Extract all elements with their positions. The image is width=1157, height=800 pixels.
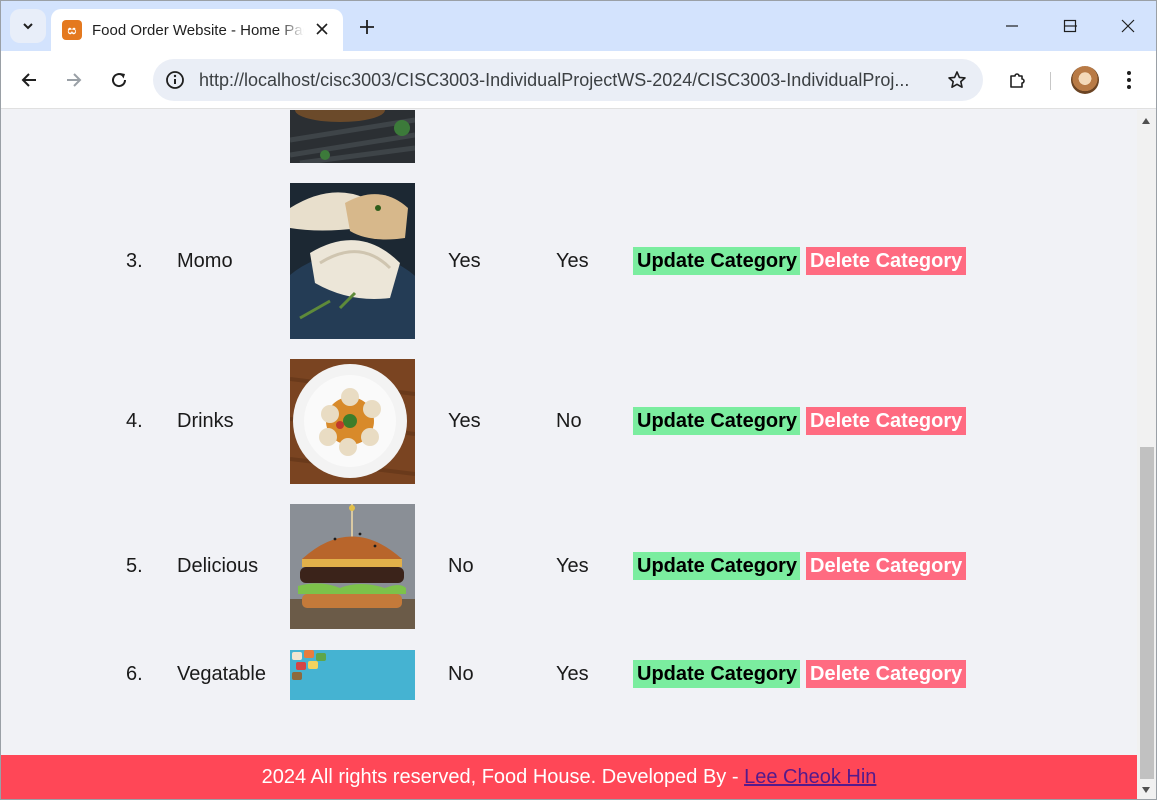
category-title: Vegatable bbox=[177, 663, 266, 685]
update-category-button[interactable]: Update Category bbox=[633, 660, 800, 688]
plus-icon bbox=[360, 20, 374, 34]
scroll-up-arrow-icon[interactable] bbox=[1142, 118, 1150, 124]
active-value: Yes bbox=[556, 555, 589, 577]
table-row: 5. Delicious No Yes Update Category Dele… bbox=[1, 504, 1137, 629]
profile-avatar[interactable] bbox=[1071, 66, 1099, 94]
tab-search-button[interactable] bbox=[10, 9, 46, 43]
maximize-button[interactable] bbox=[1041, 1, 1099, 51]
menu-button[interactable] bbox=[1113, 64, 1145, 96]
category-title: Delicious bbox=[177, 555, 259, 577]
serial-number: 5. bbox=[126, 555, 143, 577]
serial-number: 6. bbox=[126, 663, 143, 685]
table-row: 4. Drinks Yes No Update Category Delete … bbox=[1, 359, 1137, 484]
toolbar-separator bbox=[1050, 72, 1051, 90]
maximize-icon bbox=[1063, 19, 1077, 33]
browser-tab[interactable]: ස Food Order Website - Home Page bbox=[51, 9, 343, 51]
tab-title: Food Order Website - Home Page bbox=[92, 21, 304, 39]
update-category-button[interactable]: Update Category bbox=[633, 247, 800, 275]
vertical-scrollbar[interactable] bbox=[1137, 110, 1156, 799]
active-value: No bbox=[556, 410, 582, 432]
address-bar[interactable]: http://localhost/cisc3003/CISC3003-Indiv… bbox=[153, 59, 983, 101]
table-row: 6. Vegatable No Yes Update Category Dele… bbox=[1, 650, 1137, 700]
url-text: http://localhost/cisc3003/CISC3003-Indiv… bbox=[199, 70, 910, 90]
arrow-left-icon bbox=[21, 73, 36, 87]
chevron-down-icon bbox=[23, 23, 33, 30]
bookmark-star-icon[interactable] bbox=[945, 68, 969, 92]
delete-category-button[interactable]: Delete Category bbox=[806, 552, 966, 580]
serial-number: 4. bbox=[126, 410, 143, 432]
minimize-button[interactable] bbox=[983, 1, 1041, 51]
site-info-icon[interactable] bbox=[163, 68, 187, 92]
puzzle-icon bbox=[1010, 73, 1025, 88]
category-image-delicious bbox=[290, 504, 415, 629]
developer-link[interactable]: Lee Cheok Hin bbox=[744, 766, 876, 788]
page-content: 3. Momo Yes Yes Update Category Delete C… bbox=[1, 110, 1137, 799]
delete-category-button[interactable]: Delete Category bbox=[806, 660, 966, 688]
more-vertical-icon bbox=[1127, 71, 1131, 89]
serial-number: 3. bbox=[126, 250, 143, 272]
active-value: Yes bbox=[556, 663, 589, 685]
category-image-burger-partial bbox=[290, 110, 415, 163]
delete-category-button[interactable]: Delete Category bbox=[806, 407, 966, 435]
category-image-momo bbox=[290, 183, 415, 339]
category-title: Momo bbox=[177, 250, 233, 272]
featured-value: No bbox=[448, 555, 474, 577]
new-tab-button[interactable] bbox=[353, 13, 381, 41]
close-icon bbox=[1121, 19, 1135, 33]
browser-toolbar: http://localhost/cisc3003/CISC3003-Indiv… bbox=[1, 51, 1156, 109]
browser-window: ස Food Order Website - Home Page http://… bbox=[0, 0, 1157, 800]
category-image-vegatable bbox=[290, 650, 415, 700]
update-category-button[interactable]: Update Category bbox=[633, 552, 800, 580]
featured-value: Yes bbox=[448, 250, 481, 272]
minimize-icon bbox=[1006, 25, 1018, 27]
xampp-favicon-icon: ස bbox=[62, 20, 82, 40]
delete-category-button[interactable]: Delete Category bbox=[806, 247, 966, 275]
reload-button[interactable] bbox=[103, 64, 135, 96]
scrollbar-thumb[interactable] bbox=[1140, 447, 1154, 779]
tab-strip: ස Food Order Website - Home Page bbox=[1, 1, 1156, 51]
category-image-drinks bbox=[290, 359, 415, 484]
extensions-button[interactable] bbox=[1002, 64, 1034, 96]
update-category-button[interactable]: Update Category bbox=[633, 407, 800, 435]
footer-text: 2024 All rights reserved, Food House. De… bbox=[261, 766, 745, 788]
arrow-right-icon bbox=[67, 73, 82, 87]
forward-button[interactable] bbox=[58, 64, 90, 96]
active-value: Yes bbox=[556, 250, 589, 272]
table-row: 3. Momo Yes Yes Update Category Delete C… bbox=[1, 183, 1137, 339]
page-footer: 2024 All rights reserved, Food House. De… bbox=[1, 755, 1137, 799]
featured-value: Yes bbox=[448, 410, 481, 432]
scroll-down-arrow-icon[interactable] bbox=[1142, 787, 1150, 793]
tab-close-icon[interactable] bbox=[313, 20, 331, 38]
back-button[interactable] bbox=[13, 64, 45, 96]
close-window-button[interactable] bbox=[1099, 1, 1156, 51]
reload-icon bbox=[112, 73, 127, 88]
category-title: Drinks bbox=[177, 410, 234, 432]
featured-value: No bbox=[448, 663, 474, 685]
